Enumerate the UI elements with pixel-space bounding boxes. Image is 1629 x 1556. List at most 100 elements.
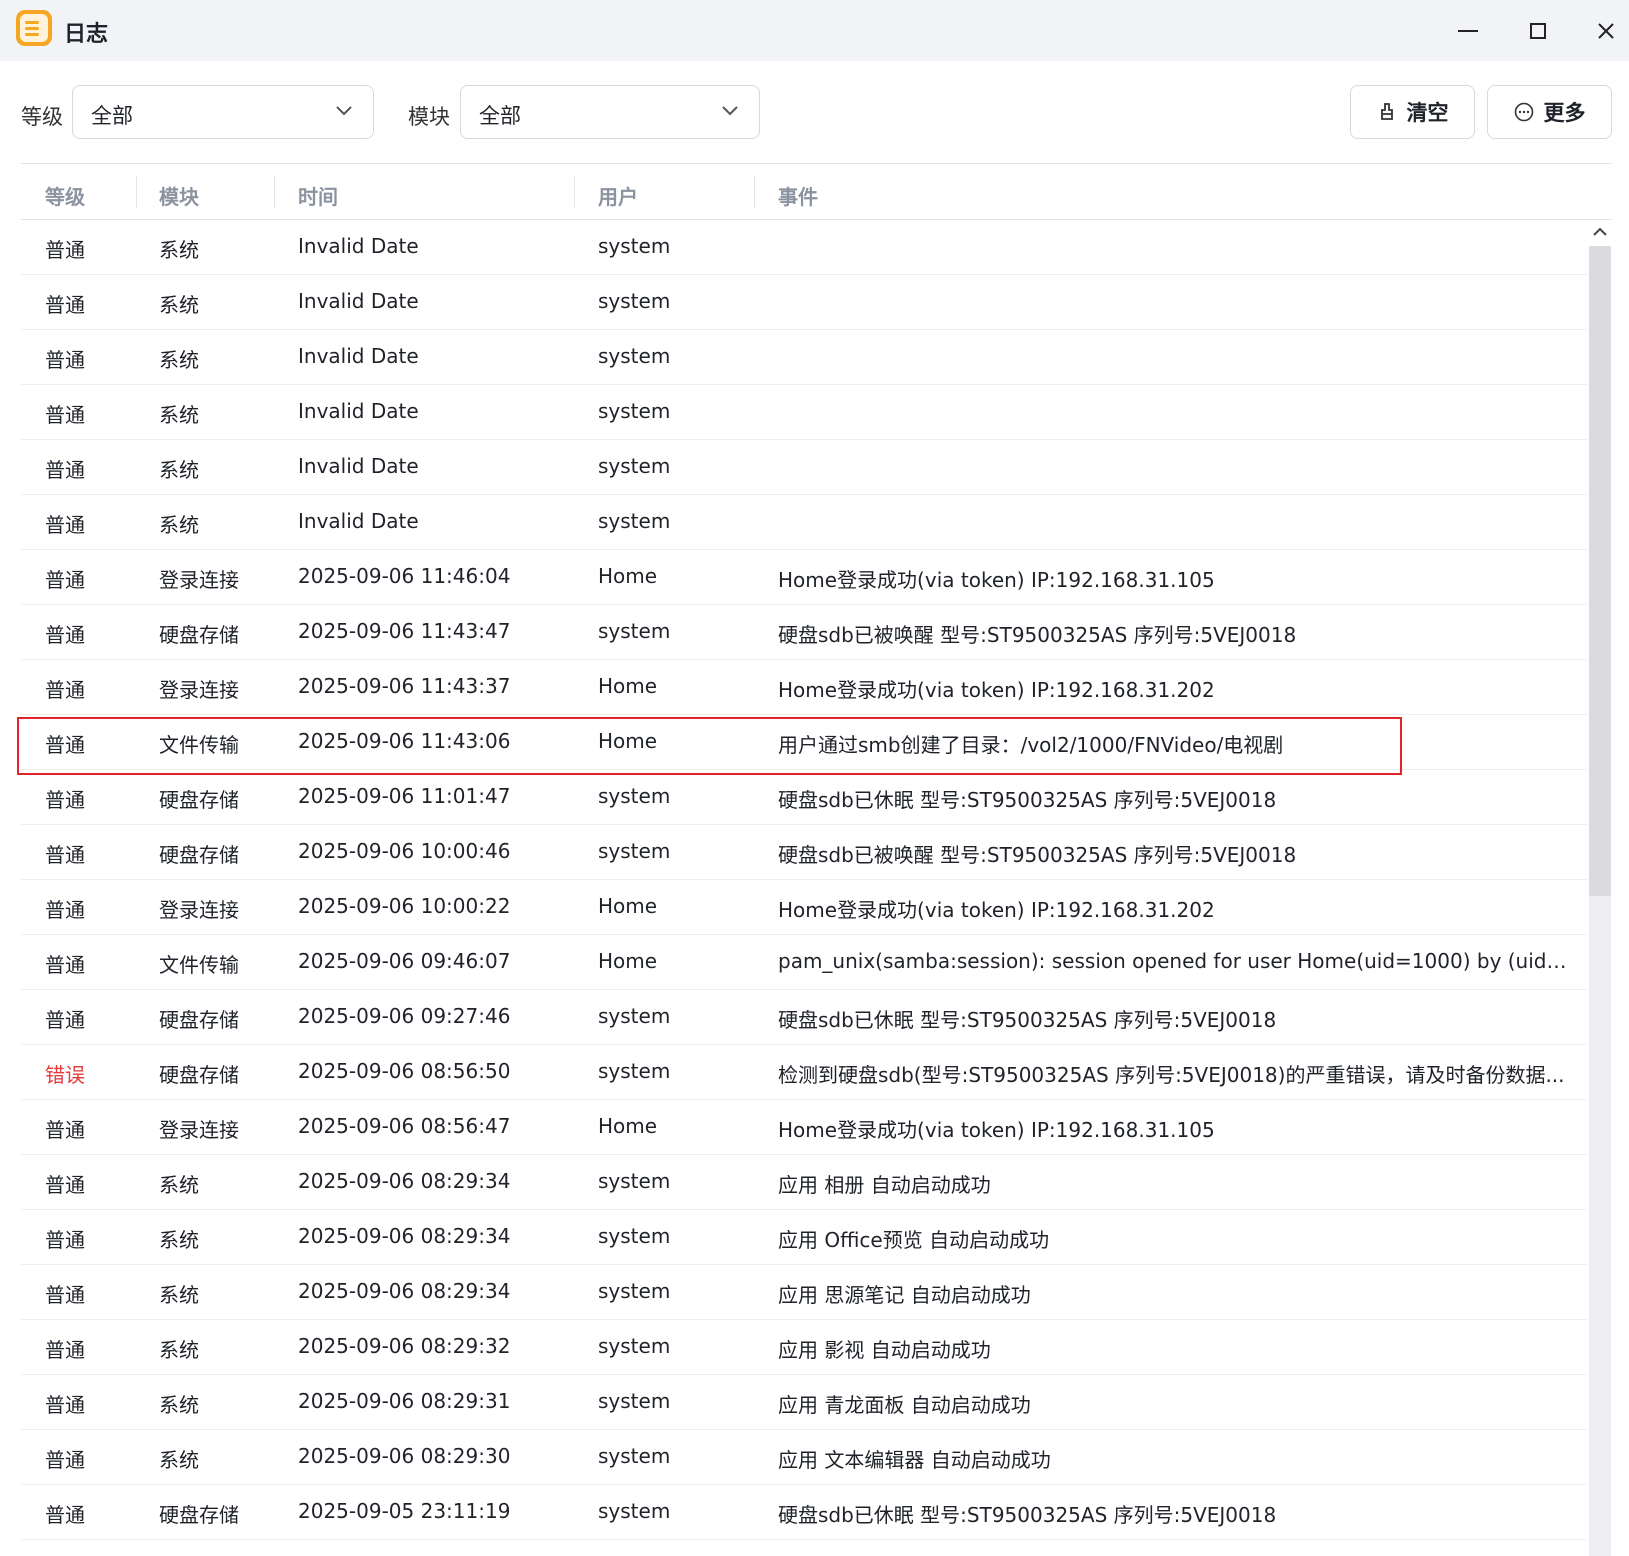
table-row[interactable]: 普通 系统 Invalid Date system xyxy=(21,330,1589,385)
row-level: 普通 xyxy=(45,403,85,427)
row-level: 普通 xyxy=(45,1228,85,1252)
column-header-level[interactable]: 等级 xyxy=(45,181,85,210)
row-event: 硬盘sdb已休眠 型号:ST9500325AS 序列号:5VEJ0018 xyxy=(778,1008,1277,1032)
level-select-value: 全部 xyxy=(91,104,133,128)
table-row[interactable]: 普通 系统 2025-09-06 08:29:34 system 应用 相册 自动启动成… xyxy=(21,1155,1589,1210)
chevron-down-icon xyxy=(722,106,738,116)
row-level: 普通 xyxy=(45,1393,85,1417)
column-header-module[interactable]: 模块 xyxy=(159,181,199,210)
row-event: 应用 思源笔记 自动启动成功 xyxy=(778,1283,1031,1307)
scrollbar-track[interactable] xyxy=(1589,896,1611,1556)
table-row[interactable]: 普通 文件传输 2025-09-06 09:46:07 Home pam_unix(sa… xyxy=(21,935,1589,990)
row-user: system xyxy=(598,289,671,313)
row-module: 登录连接 xyxy=(159,568,239,592)
row-level: 普通 xyxy=(45,678,85,702)
table-row[interactable]: 普通 系统 2025-09-06 08:29:31 system 应用 青龙面板 自动启… xyxy=(21,1375,1589,1430)
row-time: Invalid Date xyxy=(298,399,419,423)
table-row[interactable]: 普通 硬盘存储 2025-09-06 10:00:46 system 硬盘sdb已被唤醒… xyxy=(21,825,1589,880)
row-user: system xyxy=(598,1059,671,1083)
table-row[interactable]: 普通 系统 2025-09-06 08:29:34 system 应用 思源笔记 自动启… xyxy=(21,1265,1589,1320)
level-select[interactable]: 全部 xyxy=(72,85,374,139)
row-module: 系统 xyxy=(159,293,199,317)
module-select[interactable]: 全部 xyxy=(460,85,760,139)
table-row[interactable]: 普通 文件传输 2025-09-06 11:43:06 Home 用户通过smb创建了目… xyxy=(21,715,1589,770)
row-user: system xyxy=(598,1169,671,1193)
row-level: 普通 xyxy=(45,1503,85,1527)
table-row[interactable]: 普通 登录连接 2025-09-06 11:43:37 Home Home登录成功(vi… xyxy=(21,660,1589,715)
more-button-label: 更多 xyxy=(1543,101,1586,125)
row-time: 2025-09-06 08:29:31 xyxy=(298,1389,511,1413)
row-time: Invalid Date xyxy=(298,509,419,533)
row-event: 检测到硬盘sdb(型号:ST9500325AS 序列号:5VEJ0018)的严重… xyxy=(778,1063,1565,1087)
column-header-event[interactable]: 事件 xyxy=(778,181,818,210)
row-user: system xyxy=(598,1279,671,1303)
table-row[interactable]: 普通 系统 Invalid Date system xyxy=(21,385,1589,440)
table-row[interactable]: 普通 系统 Invalid Date system xyxy=(21,220,1589,275)
row-user: Home xyxy=(598,729,658,753)
row-event: Home登录成功(via token) IP:192.168.31.202 xyxy=(778,898,1215,922)
row-time: 2025-09-06 08:56:47 xyxy=(298,1114,511,1138)
table-row[interactable]: 普通 硬盘存储 2025-09-06 11:01:47 system 硬盘sdb已休眠 … xyxy=(21,770,1589,825)
row-time: 2025-09-06 10:00:22 xyxy=(298,894,511,918)
row-module: 系统 xyxy=(159,1393,199,1417)
table-row[interactable]: 错误 硬盘存储 2025-09-06 08:56:50 system 检测到硬盘sdb(… xyxy=(21,1045,1589,1100)
clear-button-label: 清空 xyxy=(1406,101,1449,125)
row-user: system xyxy=(598,1004,671,1028)
more-dots-icon xyxy=(1514,102,1533,122)
table-row[interactable]: 普通 系统 Invalid Date system xyxy=(21,495,1589,550)
title-bar: 日志 xyxy=(0,0,1629,61)
row-module: 登录连接 xyxy=(159,898,239,922)
row-level: 普通 xyxy=(45,568,85,592)
table-row[interactable]: 普通 硬盘存储 2025-09-06 09:27:46 system 硬盘sdb已休眠 … xyxy=(21,990,1589,1045)
table-row[interactable]: 普通 硬盘存储 2025-09-06 11:43:47 system 硬盘sdb已被唤醒… xyxy=(21,605,1589,660)
row-module: 硬盘存储 xyxy=(159,623,239,647)
row-level: 普通 xyxy=(45,1173,85,1197)
table-row[interactable]: 普通 登录连接 2025-09-06 10:00:22 Home Home登录成功(vi… xyxy=(21,880,1589,935)
row-module: 硬盘存储 xyxy=(159,788,239,812)
row-event: 硬盘sdb已被唤醒 型号:ST9500325AS 序列号:5VEJ0018 xyxy=(778,843,1297,867)
table-row[interactable]: 普通 登录连接 2025-09-06 11:46:04 Home Home登录成功(vi… xyxy=(21,550,1589,605)
table-row[interactable]: 普通 硬盘存储 2025-09-05 23:11:19 system 硬盘sdb已休眠 … xyxy=(21,1485,1589,1540)
column-header-user[interactable]: 用户 xyxy=(598,181,638,210)
more-button[interactable]: 更多 xyxy=(1487,85,1612,139)
row-module: 硬盘存储 xyxy=(159,1008,239,1032)
row-level: 普通 xyxy=(45,458,85,482)
table-row[interactable]: 普通 系统 2025-09-06 08:29:34 system 应用 Office预览… xyxy=(21,1210,1589,1265)
row-module: 系统 xyxy=(159,1228,199,1252)
row-level: 普通 xyxy=(45,953,85,977)
table-row[interactable]: 普通 系统 2025-09-06 08:29:32 system 应用 影视 自动启动成… xyxy=(21,1320,1589,1375)
row-event: 应用 Office预览 自动启动成功 xyxy=(778,1228,1050,1252)
row-level: 普通 xyxy=(45,1448,85,1472)
clear-button[interactable]: 清空 xyxy=(1350,85,1475,139)
minimize-button[interactable] xyxy=(1435,0,1501,61)
row-user: system xyxy=(598,839,671,863)
row-level: 普通 xyxy=(45,348,85,372)
row-module: 系统 xyxy=(159,238,199,262)
row-user: Home xyxy=(598,894,658,918)
row-module: 硬盘存储 xyxy=(159,843,239,867)
row-time: 2025-09-06 11:43:06 xyxy=(298,729,511,753)
row-time: 2025-09-05 23:11:19 xyxy=(298,1499,511,1523)
row-module: 系统 xyxy=(159,1173,199,1197)
table-row[interactable]: 普通 系统 2025-09-06 08:29:30 system 应用 文本编辑器 自动… xyxy=(21,1430,1589,1485)
vertical-scrollbar[interactable] xyxy=(1587,220,1613,1556)
row-time: 2025-09-06 09:46:07 xyxy=(298,949,511,973)
row-user: system xyxy=(598,344,671,368)
table-row[interactable]: 普通 系统 Invalid Date system xyxy=(21,275,1589,330)
scrollbar-thumb[interactable] xyxy=(1589,246,1611,896)
row-user: system xyxy=(598,1444,671,1468)
scroll-up-icon[interactable] xyxy=(1591,224,1609,240)
column-header-time[interactable]: 时间 xyxy=(298,181,338,210)
row-user: system xyxy=(598,1334,671,1358)
row-time: 2025-09-06 08:29:34 xyxy=(298,1279,511,1303)
row-event: 硬盘sdb已休眠 型号:ST9500325AS 序列号:5VEJ0018 xyxy=(778,1503,1277,1527)
row-level: 普通 xyxy=(45,1338,85,1362)
table-row[interactable]: 普通 登录连接 2025-09-06 08:56:47 Home Home登录成功(vi… xyxy=(21,1100,1589,1155)
maximize-button[interactable] xyxy=(1505,0,1571,61)
row-level: 错误 xyxy=(45,1063,85,1087)
row-event: 应用 相册 自动启动成功 xyxy=(778,1173,991,1197)
close-button[interactable] xyxy=(1573,0,1629,61)
table-row[interactable]: 普通 系统 Invalid Date system xyxy=(21,440,1589,495)
row-time: Invalid Date xyxy=(298,234,419,258)
row-module: 系统 xyxy=(159,348,199,372)
